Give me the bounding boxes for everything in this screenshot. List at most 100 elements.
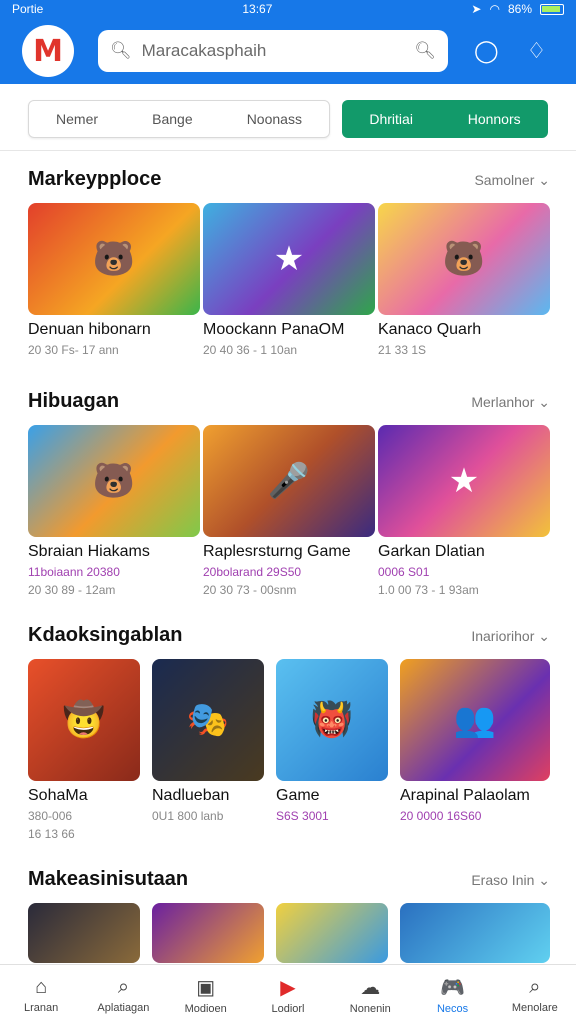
game-thumbnail: 🐻	[378, 203, 550, 315]
section-marketplace: Markeypploce Samolner ⌄ 🐻 Denuan hibonar…	[28, 168, 550, 357]
game-card[interactable]: ★ Moockann PanaOM 20 40 36 - 1 10an	[203, 203, 375, 357]
search-icon: ⌕	[117, 975, 130, 998]
game-meta: 0U1 800 lanb	[152, 809, 224, 823]
see-more-link[interactable]: Inariorihor ⌄	[471, 628, 550, 645]
game-thumbnail	[152, 903, 264, 963]
game-card[interactable]: 🤠 SohaMa 380-006 16 13 66	[28, 659, 140, 841]
game-thumbnail: ★	[203, 203, 375, 315]
game-card[interactable]: 👥 Arapinal Palaolam 20 0000 16S60	[400, 659, 550, 841]
game-icon: 🎮	[440, 976, 465, 999]
game-thumbnail: 👹	[276, 659, 388, 781]
game-thumbnail: 🎤	[203, 425, 375, 537]
filter-tab[interactable]: Nemer	[56, 111, 98, 127]
game-card[interactable]: 🎤 Raplesrsturng Game 20bolarand 29S50 20…	[203, 425, 375, 597]
nav-label: Modioen	[184, 1002, 227, 1015]
game-meta-secondary: 20 30 73 - 00snm	[203, 583, 297, 597]
nav-label: Necos	[436, 1002, 469, 1015]
notification-icon[interactable]: ♢	[527, 38, 547, 64]
game-card[interactable]: ★ Garkan Dlatian 0006 S01 1.0 00 73 - 1 …	[378, 425, 550, 597]
header-actions: ◯ ♢	[474, 38, 546, 64]
section-kdaoksingablan: Kdaoksingablan Inariorihor ⌄ 🤠 SohaMa 38…	[28, 624, 550, 841]
game-meta: 20 40 36 - 1 10an	[203, 343, 298, 357]
game-title: SohaMa	[28, 787, 88, 804]
game-thumbnail: 👥	[400, 659, 550, 781]
app-logo[interactable]: M	[22, 25, 74, 77]
nav-item-search[interactable]: ⌕ Aplatiagan	[87, 976, 159, 1014]
status-right: ➤ ◠ 86%	[471, 2, 564, 16]
game-card[interactable]	[28, 903, 140, 963]
game-card[interactable]	[152, 903, 264, 963]
filter-tab[interactable]: Noonass	[247, 111, 302, 127]
search-input[interactable]: Maracakasphaih	[142, 41, 405, 61]
game-title: Nadlueban	[152, 787, 230, 804]
chat-icon[interactable]: ◯	[474, 38, 499, 64]
game-card[interactable]: 🎭 Nadlueban 0U1 800 lanb	[152, 659, 264, 841]
nav-item-home[interactable]: ⌂ Lranan	[5, 976, 77, 1014]
game-title: Arapinal Palaolam	[400, 787, 530, 804]
search-icon: 🔍︎	[110, 41, 132, 60]
active-filter-tab[interactable]: Honnors	[468, 111, 521, 127]
see-more-link[interactable]: Merlanhor ⌄	[471, 394, 550, 411]
search-bar[interactable]: 🔍︎ Maracakasphaih 🔍︎	[98, 30, 448, 72]
section-title: Makeasinisutaan	[28, 868, 189, 890]
section-title: Hibuagan	[28, 390, 120, 412]
filter-group: Nemer Bange Noonass	[28, 100, 330, 138]
game-title: Garkan Dlatian	[378, 543, 485, 560]
game-meta: S6S 3001	[276, 809, 329, 823]
active-filter-tab[interactable]: Dhritiai	[369, 111, 413, 127]
game-meta: 20 0000 16S60	[400, 809, 482, 823]
clock: 13:67	[242, 2, 273, 16]
game-card[interactable]	[276, 903, 388, 963]
game-meta: 11boiaann 20380	[28, 565, 120, 579]
see-more-link[interactable]: Samolner ⌄	[474, 172, 550, 189]
game-card[interactable]: 🐻 Kanaco Quarh 21 33 1S	[378, 203, 550, 357]
game-meta-secondary: 16 13 66	[28, 827, 75, 841]
active-filter-group: Dhritiai Honnors	[342, 100, 548, 138]
game-meta: 0006 S01	[378, 565, 430, 579]
app-bar: M 🔍︎ Maracakasphaih 🔍︎ ◯ ♢	[0, 18, 576, 84]
game-thumbnail: 🤠	[28, 659, 140, 781]
game-meta-secondary: 20 30 89 - 12am	[28, 583, 116, 597]
nav-label: Lodiorl	[271, 1002, 305, 1015]
game-thumbnail: 🐻	[28, 203, 200, 315]
game-title: Kanaco Quarh	[378, 321, 482, 338]
nav-label: Aplatiagan	[97, 1001, 150, 1014]
status-bar: Portie 13:67 ➤ ◠ 86%	[0, 0, 576, 18]
game-thumbnail	[400, 903, 550, 963]
nav-label: Nonenin	[349, 1002, 391, 1015]
game-thumbnail: ★	[378, 425, 550, 537]
nav-label: Lranan	[24, 1001, 59, 1014]
game-title: Moockann PanaOM	[203, 321, 345, 338]
location-icon: ➤	[471, 2, 482, 16]
game-card[interactable]	[400, 903, 550, 963]
carrier-label: Portie	[12, 2, 44, 16]
game-thumbnail: 🎭	[152, 659, 264, 781]
game-thumbnail	[28, 903, 140, 963]
game-thumbnail	[276, 903, 388, 963]
nav-item-games[interactable]: 🎮 Necos	[417, 975, 489, 1015]
game-title: Game	[276, 787, 320, 804]
bottom-navigation: ⌂ Lranan ⌕ Aplatiagan ▣ Modioen ▶ Lodiorl ☁ N…	[0, 964, 576, 1024]
see-more-link[interactable]: Eraso Inin ⌄	[471, 872, 550, 889]
filter-tab[interactable]: Bange	[152, 111, 192, 127]
game-card[interactable]: 👹 Game S6S 3001	[276, 659, 388, 841]
battery-percent: 86%	[507, 2, 532, 16]
game-title: Raplesrsturng Game	[203, 543, 351, 560]
nav-item-cloud[interactable]: ☁ Nonenin	[334, 975, 406, 1015]
home-icon: ⌂	[35, 975, 48, 998]
game-meta: 21 33 1S	[378, 343, 427, 357]
nav-item-more[interactable]: ⌕ Menolare	[499, 976, 571, 1014]
wifi-icon: ◠	[489, 2, 500, 16]
play-icon: ▶	[280, 976, 296, 999]
section-title: Kdaoksingablan	[28, 624, 183, 646]
game-meta: 20 30 Fs- 17 ann	[28, 343, 119, 357]
game-card[interactable]: 🐻 Denuan hibonarn 20 30 Fs- 17 ann	[28, 203, 200, 357]
divider	[0, 150, 576, 151]
search-submit-icon[interactable]: 🔍︎	[414, 41, 436, 61]
cloud-icon: ☁	[360, 976, 381, 999]
game-card[interactable]: 🐻 Sbraian Hiakams 11boiaann 20380 20 30 …	[28, 425, 200, 597]
nav-item-box[interactable]: ▣ Modioen	[170, 975, 242, 1015]
game-meta: 380-006	[28, 809, 73, 823]
section-makeasinisutaan: Makeasinisutaan Eraso Inin ⌄	[28, 868, 550, 963]
nav-item-play[interactable]: ▶ Lodiorl	[252, 975, 324, 1015]
